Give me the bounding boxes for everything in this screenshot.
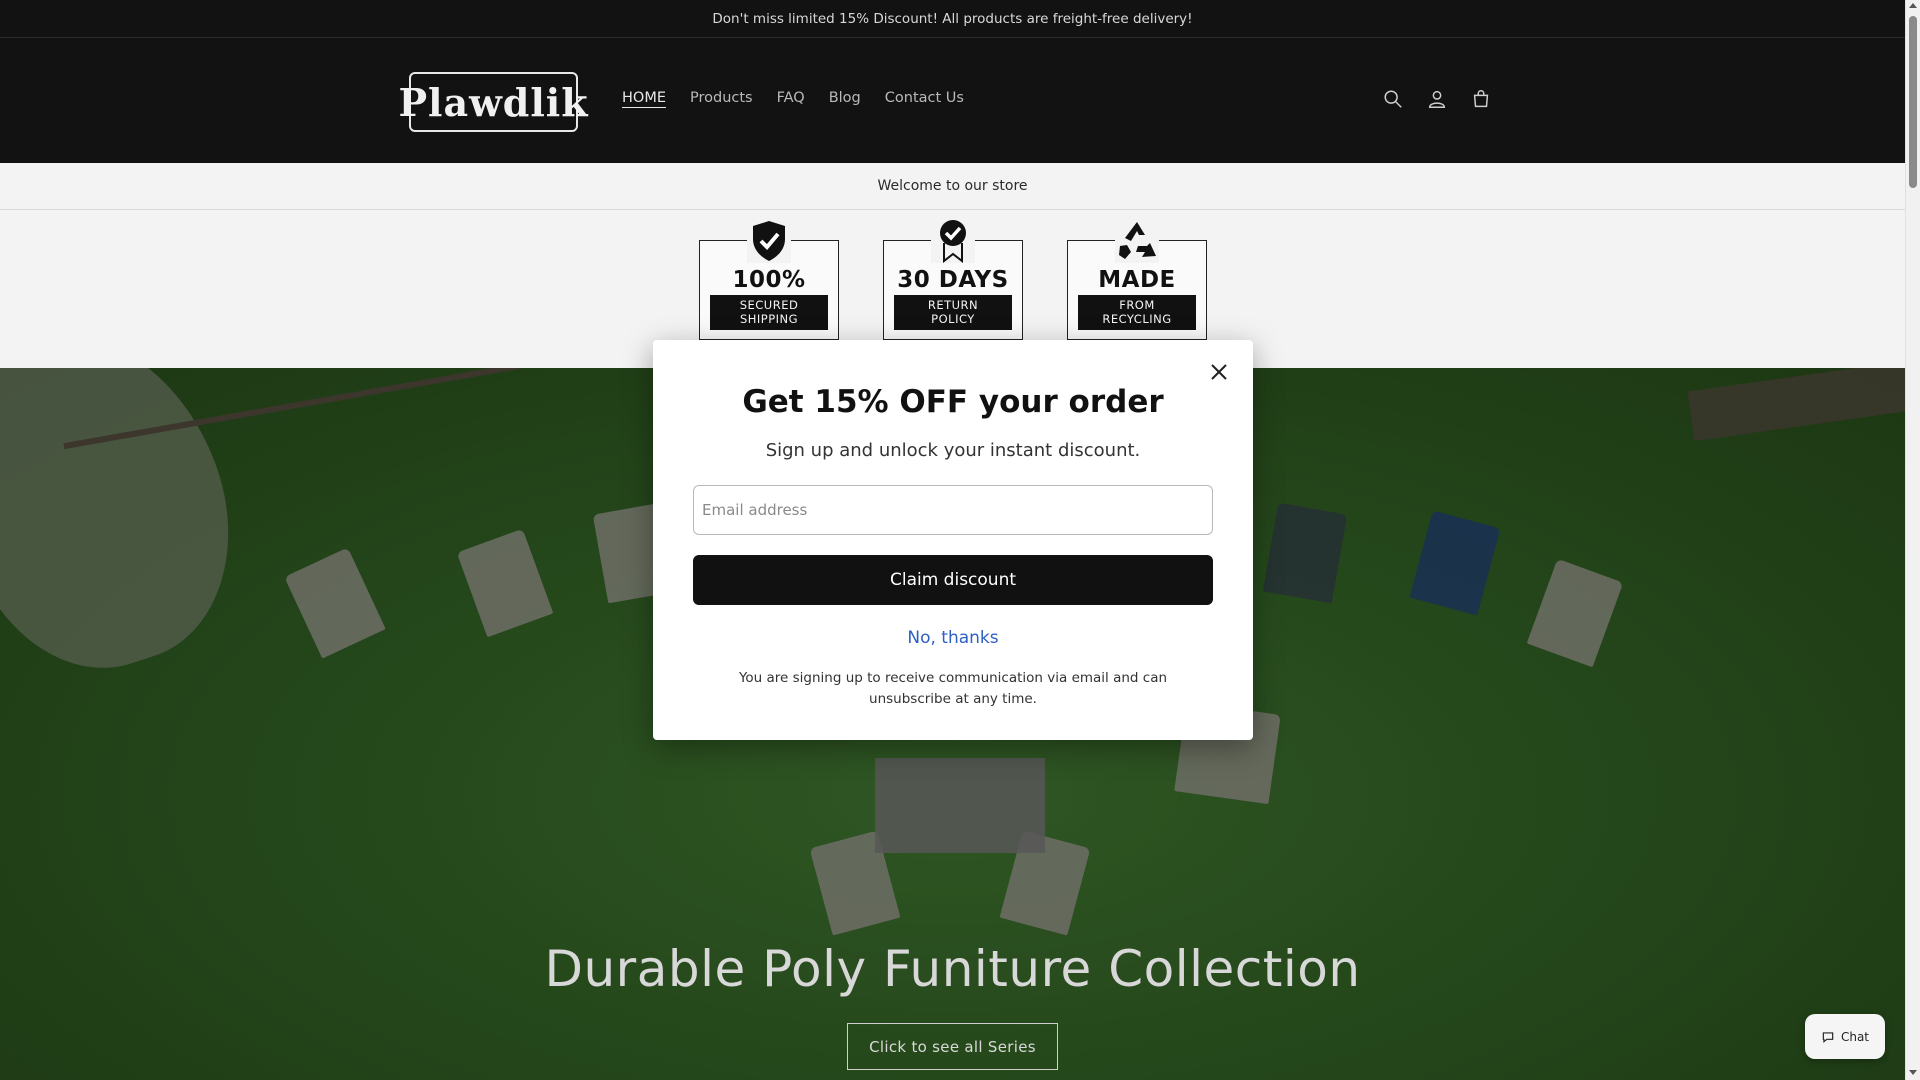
nav-item-home[interactable]: HOME — [622, 90, 666, 106]
scroll-up-icon[interactable] — [1909, 3, 1917, 8]
account-icon[interactable] — [1426, 88, 1448, 110]
cart-icon[interactable] — [1470, 88, 1492, 110]
no-thanks-link[interactable]: No, thanks — [653, 628, 1253, 648]
nav-item-blog[interactable]: Blog — [829, 90, 861, 106]
scrollbar-thumb[interactable] — [1909, 16, 1917, 188]
logo-text: Plawdlik — [398, 79, 589, 125]
badge-caption: FROM RECYCLING — [1078, 295, 1196, 330]
claim-discount-button[interactable]: Claim discount — [693, 555, 1213, 605]
popup-title: Get 15% OFF your order — [742, 384, 1164, 420]
header-icons — [1382, 88, 1492, 110]
main-nav: HOME Products FAQ Blog Contact Us — [622, 90, 988, 106]
chat-bubble-icon — [1822, 1031, 1834, 1043]
chat-label: Chat — [1840, 1029, 1870, 1044]
badge-headline: 30 DAYS — [897, 267, 1009, 293]
shield-check-icon — [747, 219, 791, 263]
discount-popup: Get 15% OFF your order Sign up and unloc… — [653, 340, 1253, 740]
nav-item-faq[interactable]: FAQ — [777, 90, 805, 106]
badge-caption: SECURED SHIPPING — [710, 295, 828, 330]
site-header: Plawdlik HOME Products FAQ Blog Contact … — [0, 38, 1905, 163]
badge-headline: 100% — [732, 267, 806, 293]
hero-title: Durable Poly Funiture Collection — [544, 940, 1361, 998]
close-icon[interactable] — [1207, 360, 1231, 384]
nav-item-contact-us[interactable]: Contact Us — [885, 90, 964, 106]
recycle-icon — [1115, 219, 1159, 263]
nav-item-products[interactable]: Products — [690, 90, 753, 106]
page-scrollbar[interactable] — [1905, 0, 1920, 1080]
see-all-series-button[interactable]: Click to see all Series — [847, 1023, 1058, 1070]
site-logo[interactable]: Plawdlik — [398, 72, 588, 132]
welcome-bar: Welcome to our store — [0, 163, 1905, 210]
badge-return-policy: 30 DAYS RETURN POLICY — [883, 219, 1023, 340]
badge-secured-shipping: 100% SECURED SHIPPING — [699, 219, 839, 340]
announcement-bar: Don't miss limited 15% Discount! All pro… — [0, 0, 1905, 38]
ribbon-check-icon — [931, 219, 975, 263]
badge-headline: MADE — [1098, 267, 1176, 293]
email-field[interactable] — [693, 485, 1213, 535]
scroll-down-icon[interactable] — [1909, 1070, 1917, 1075]
popup-subtitle: Sign up and unlock your instant discount… — [765, 440, 1141, 461]
search-icon[interactable] — [1382, 88, 1404, 110]
announcement-text: Don't miss limited 15% Discount! All pro… — [712, 10, 1193, 27]
chat-button[interactable]: Chat — [1805, 1014, 1885, 1059]
badge-made-from-recycling: MADE FROM RECYCLING — [1067, 219, 1207, 340]
welcome-text: Welcome to our store — [877, 178, 1028, 194]
popup-disclaimer: You are signing up to receive communicat… — [738, 670, 1168, 707]
badge-caption: RETURN POLICY — [894, 295, 1012, 330]
